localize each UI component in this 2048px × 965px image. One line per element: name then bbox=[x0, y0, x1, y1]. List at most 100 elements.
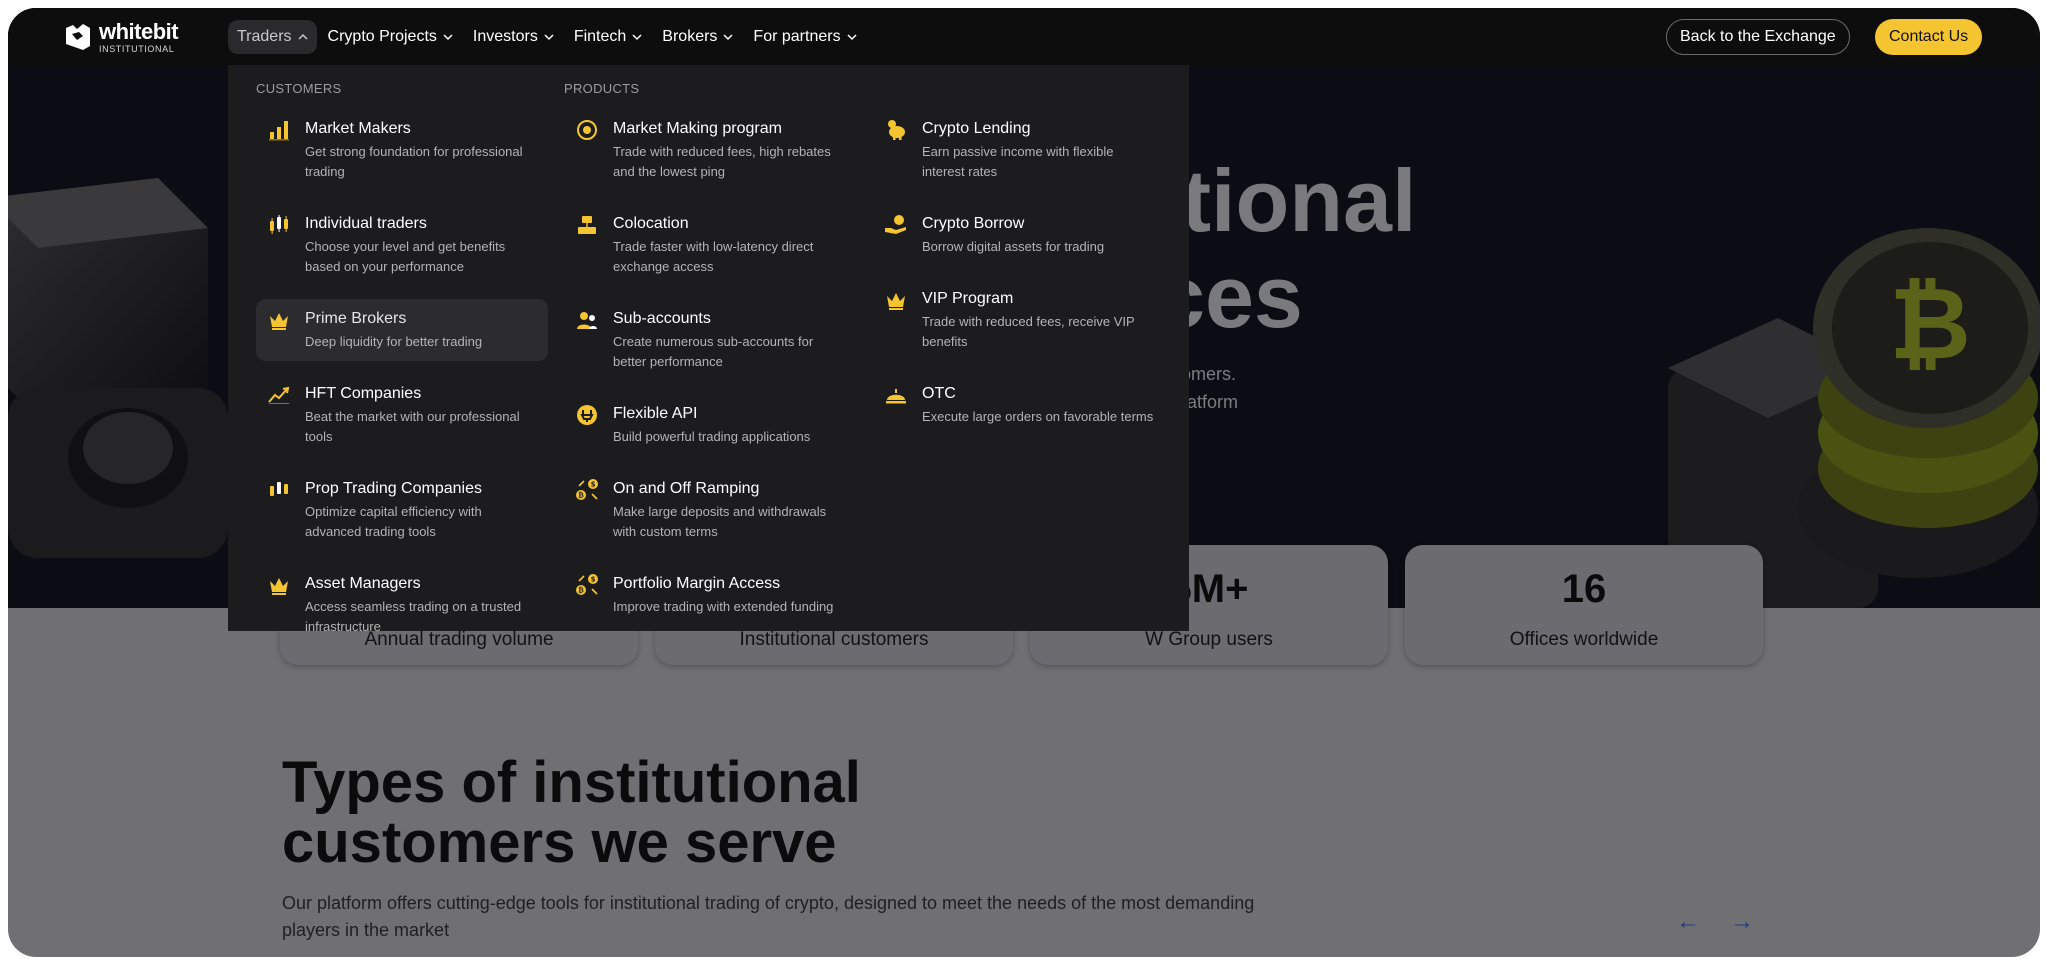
stat-label: W Group users bbox=[1145, 629, 1273, 650]
menu-item-sub-accounts[interactable]: Sub-accounts Create numerous sub-account… bbox=[564, 299, 856, 381]
menu-item-portfolio-margin[interactable]: ₿ $ Portfolio Margin Access Improve tradi… bbox=[564, 564, 856, 626]
trend-line-icon bbox=[268, 386, 290, 404]
nav-for-partners[interactable]: For partners bbox=[744, 20, 865, 54]
menu-item-vip-program[interactable]: VIP Program Trade with reduced fees, rec… bbox=[873, 279, 1165, 361]
menu-item-title: Market Makers bbox=[305, 120, 411, 137]
contact-us-button[interactable]: Contact Us bbox=[1875, 19, 1983, 55]
menu-item-title: Crypto Lending bbox=[922, 120, 1031, 137]
menu-item-desc: Earn passive income with flexible intere… bbox=[922, 144, 1114, 179]
crown-icon bbox=[270, 313, 288, 330]
menu-item-colocation[interactable]: Colocation Trade faster with low-latency… bbox=[564, 204, 856, 286]
plug-icon bbox=[577, 405, 597, 425]
menu-item-desc: Deep liquidity for better trading bbox=[305, 334, 483, 349]
chevron-down-icon bbox=[847, 34, 857, 41]
menu-item-desc: Execute large orders on favorable terms bbox=[922, 409, 1154, 424]
carousel-prev-button[interactable]: ← bbox=[1676, 908, 1700, 936]
menu-item-prop-trading[interactable]: Prop Trading Companies Optimize capital … bbox=[256, 469, 548, 551]
menu-item-market-making-program[interactable]: Market Making program Trade with reduced… bbox=[564, 109, 856, 191]
section-title: Types of institutional customers we serv… bbox=[282, 750, 861, 875]
menu-item-market-makers[interactable]: Market Makers Get strong foundation for … bbox=[256, 109, 548, 191]
menu-item-desc: Build powerful trading applications bbox=[613, 429, 811, 444]
customers-heading: CUSTOMERS bbox=[256, 81, 342, 96]
exchange-coins-icon: ₿$ bbox=[576, 479, 598, 500]
whitebit-logo-icon bbox=[66, 24, 90, 50]
crown-icon bbox=[270, 578, 288, 595]
traders-dropdown-menu: CUSTOMERS PRODUCTS Market Makers Get str… bbox=[228, 65, 1189, 634]
menu-item-asset-managers[interactable]: Asset Managers Access seamless trading o… bbox=[256, 564, 548, 646]
server-icon bbox=[578, 216, 596, 234]
logo-subtitle: INSTITUTIONAL bbox=[99, 43, 175, 54]
menu-item-title: HFT Companies bbox=[305, 385, 422, 402]
menu-item-title: On and Off Ramping bbox=[613, 480, 760, 497]
menu-item-title: Prop Trading Companies bbox=[305, 480, 482, 497]
menu-item-desc: Access seamless trading on a trusted inf… bbox=[305, 599, 522, 634]
menu-item-on-off-ramping[interactable]: ₿ $ On and Off Ramping Make large deposit… bbox=[564, 469, 856, 551]
nav-investors[interactable]: Investors bbox=[464, 20, 563, 54]
nav-fintech[interactable]: Fintech bbox=[565, 20, 651, 54]
chevron-up-icon bbox=[298, 33, 308, 40]
svg-text:₿: ₿ bbox=[578, 587, 584, 595]
nav-label: Fintech bbox=[573, 28, 627, 45]
back-to-exchange-button[interactable]: Back to the Exchange bbox=[1666, 19, 1850, 55]
menu-item-prime-brokers[interactable]: Prime Brokers Deep liquidity for better … bbox=[256, 299, 548, 361]
hand-coin-icon bbox=[885, 215, 906, 234]
menu-item-desc: Trade with reduced fees, receive VIP ben… bbox=[922, 314, 1135, 349]
menu-item-crypto-lending[interactable]: Crypto Lending Earn passive income with … bbox=[873, 109, 1165, 191]
menu-item-otc[interactable]: OTC Execute large orders on favorable te… bbox=[873, 374, 1165, 436]
svg-text:₿: ₿ bbox=[578, 492, 584, 500]
menu-item-desc: Create numerous sub-accounts for better … bbox=[613, 334, 814, 369]
stat-card: 16 Offices worldwide bbox=[1405, 545, 1763, 665]
logo-wordmark: whitebit bbox=[99, 18, 179, 44]
main-menu: Traders Crypto Projects Investors Fintec… bbox=[228, 20, 866, 54]
nav-label: Brokers bbox=[662, 28, 718, 45]
nav-traders[interactable]: Traders bbox=[228, 20, 317, 54]
nav-label: For partners bbox=[753, 28, 841, 45]
products-column-b: Crypto Lending Earn passive income with … bbox=[873, 109, 1165, 449]
menu-item-title: Portfolio Margin Access bbox=[613, 575, 781, 592]
top-navbar: whitebit INSTITUTIONAL Traders Crypto Pr… bbox=[8, 8, 2040, 65]
nav-label: Traders bbox=[237, 28, 292, 45]
piggy-bank-icon bbox=[888, 120, 905, 140]
users-icon bbox=[577, 312, 597, 329]
chevron-down-icon bbox=[632, 34, 642, 41]
candlestick-icon bbox=[270, 482, 288, 496]
menu-item-title: Prime Brokers bbox=[305, 310, 407, 327]
svg-text:$: $ bbox=[591, 481, 596, 489]
menu-item-desc: Improve trading with extended funding bbox=[613, 599, 834, 614]
section-description: Our platform offers cutting-edge tools f… bbox=[282, 893, 1255, 940]
menu-item-desc: Beat the market with our professional to… bbox=[305, 409, 520, 444]
crown-icon bbox=[887, 293, 905, 310]
nav-brokers[interactable]: Brokers bbox=[653, 20, 742, 54]
products-column-a: Market Making program Trade with reduced… bbox=[564, 109, 856, 639]
menu-item-title: VIP Program bbox=[922, 290, 1014, 307]
nav-crypto-projects[interactable]: Crypto Projects bbox=[319, 20, 462, 54]
menu-item-flexible-api[interactable]: Flexible API Build powerful trading appl… bbox=[564, 394, 856, 456]
menu-item-title: Market Making program bbox=[613, 120, 782, 137]
carousel-next-button[interactable]: → bbox=[1730, 908, 1754, 936]
chevron-down-icon bbox=[723, 34, 733, 41]
menu-item-desc: Optimize capital efficiency with advance… bbox=[305, 504, 482, 539]
stat-value: 16 bbox=[1561, 567, 1607, 611]
nav-label: Investors bbox=[472, 28, 538, 45]
products-heading: PRODUCTS bbox=[564, 81, 640, 96]
chevron-down-icon bbox=[443, 34, 453, 41]
menu-item-title: Colocation bbox=[613, 215, 689, 232]
svg-text:₿: ₿ bbox=[1889, 265, 1971, 382]
candlestick-icon bbox=[270, 215, 288, 234]
menu-item-desc: Trade faster with low-latency direct exc… bbox=[613, 239, 814, 274]
menu-item-crypto-borrow[interactable]: Crypto Borrow Borrow digital assets for … bbox=[873, 204, 1165, 266]
service-bell-icon bbox=[886, 389, 906, 404]
menu-item-title: OTC bbox=[922, 385, 956, 402]
whitebit-logo[interactable]: whitebit INSTITUTIONAL bbox=[63, 18, 179, 54]
page-frame: utional ces te customers. rypto platform… bbox=[8, 8, 2040, 957]
exchange-coins-icon: ₿$ bbox=[576, 574, 598, 595]
customers-column: Market Makers Get strong foundation for … bbox=[256, 109, 548, 659]
menu-item-title: Individual traders bbox=[305, 215, 427, 232]
stat-label: Offices worldwide bbox=[1509, 629, 1659, 650]
menu-item-individual-traders[interactable]: Individual traders Choose your level and… bbox=[256, 204, 548, 286]
menu-item-hft-companies[interactable]: HFT Companies Beat the market with our p… bbox=[256, 374, 548, 456]
menu-item-title: Crypto Borrow bbox=[922, 215, 1025, 232]
menu-item-title: Asset Managers bbox=[305, 575, 421, 592]
menu-item-title: Sub-accounts bbox=[613, 310, 711, 327]
menu-item-desc: Borrow digital assets for trading bbox=[922, 239, 1105, 254]
